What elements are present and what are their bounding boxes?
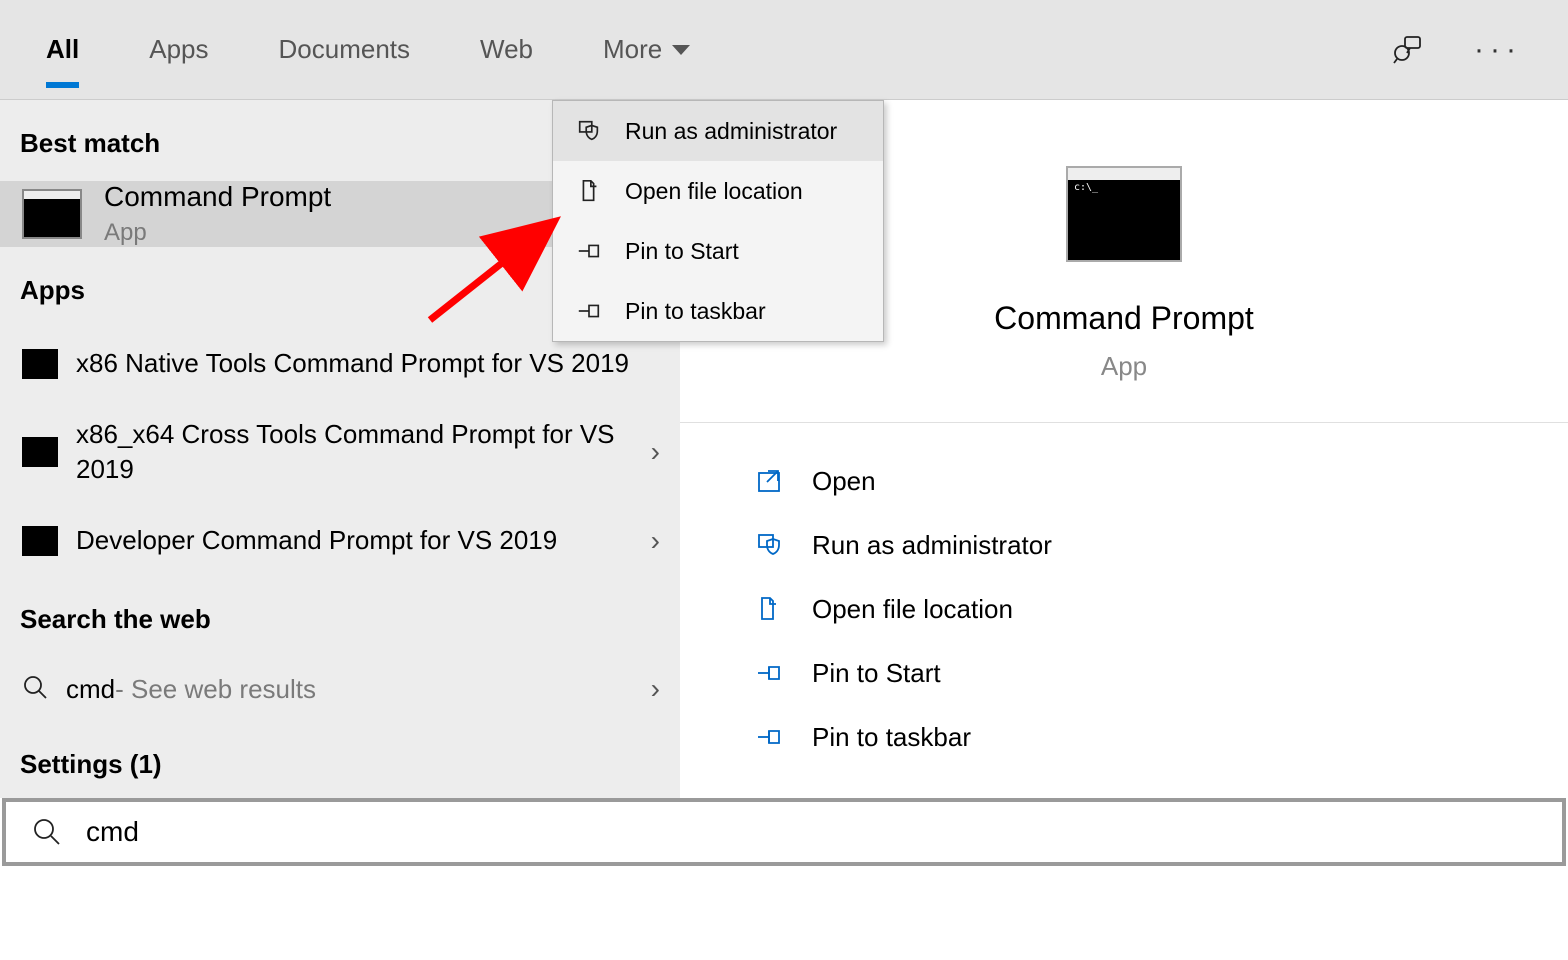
ctx-label: Open file location — [625, 178, 803, 205]
action-pin-taskbar[interactable]: Pin to taskbar — [754, 705, 1568, 769]
action-open-location[interactable]: Open file location — [754, 577, 1568, 641]
app-label: x86 Native Tools Command Prompt for VS 2… — [76, 346, 660, 381]
command-prompt-icon — [22, 437, 58, 467]
pin-icon — [575, 297, 603, 325]
ctx-pin-start[interactable]: Pin to Start — [553, 221, 883, 281]
app-label: Developer Command Prompt for VS 2019 — [76, 523, 641, 558]
context-menu: Run as administrator Open file location … — [552, 100, 884, 342]
pin-icon — [754, 722, 784, 752]
more-options-icon[interactable]: ··· — [1474, 33, 1522, 67]
action-run-admin[interactable]: Run as administrator — [754, 513, 1568, 577]
chevron-right-icon: › — [651, 673, 660, 705]
action-label: Open — [812, 466, 876, 497]
tab-more-label: More — [603, 34, 662, 65]
command-prompt-icon — [22, 349, 58, 379]
search-filter-tabs: All Apps Documents Web More ··· — [0, 0, 1568, 100]
search-web-header: Search the web — [0, 576, 680, 657]
search-input[interactable] — [84, 815, 1562, 849]
open-icon — [754, 466, 784, 496]
preview-subtitle: App — [1101, 351, 1147, 382]
action-label: Open file location — [812, 594, 1013, 625]
ctx-label: Pin to Start — [625, 238, 739, 265]
command-prompt-icon — [22, 526, 58, 556]
chevron-right-icon: › — [651, 525, 660, 557]
shield-icon — [575, 117, 603, 145]
shield-icon — [754, 530, 784, 560]
ctx-label: Run as administrator — [625, 118, 837, 145]
search-icon — [32, 817, 62, 847]
web-term: cmd — [66, 674, 115, 705]
action-label: Pin to Start — [812, 658, 941, 689]
ctx-label: Pin to taskbar — [625, 298, 766, 325]
action-open[interactable]: Open — [754, 449, 1568, 513]
preview-title: Command Prompt — [994, 300, 1254, 337]
pin-icon — [575, 237, 603, 265]
folder-icon — [575, 177, 603, 205]
best-match-title: Command Prompt — [104, 181, 331, 213]
tab-documents[interactable]: Documents — [279, 0, 411, 100]
tab-all[interactable]: All — [46, 0, 79, 100]
command-prompt-icon — [22, 189, 82, 239]
feedback-icon[interactable] — [1390, 33, 1424, 67]
web-search-item[interactable]: cmd - See web results › — [0, 657, 680, 721]
pin-icon — [754, 658, 784, 688]
best-match-subtitle: App — [104, 219, 331, 247]
search-bar[interactable] — [2, 798, 1566, 866]
settings-header: Settings (1) — [0, 721, 680, 802]
ctx-run-admin[interactable]: Run as administrator — [553, 101, 883, 161]
tab-apps[interactable]: Apps — [149, 0, 208, 100]
action-label: Pin to taskbar — [812, 722, 971, 753]
web-suffix: - See web results — [115, 674, 316, 705]
tab-more[interactable]: More — [603, 0, 690, 100]
action-pin-start[interactable]: Pin to Start — [754, 641, 1568, 705]
app-item-x86-x64-cross[interactable]: x86_x64 Cross Tools Command Prompt for V… — [0, 399, 680, 505]
app-item-developer[interactable]: Developer Command Prompt for VS 2019 › — [0, 505, 680, 576]
search-icon — [22, 674, 48, 705]
command-prompt-icon — [1066, 166, 1182, 262]
action-label: Run as administrator — [812, 530, 1052, 561]
app-label: x86_x64 Cross Tools Command Prompt for V… — [76, 417, 641, 487]
chevron-right-icon: › — [651, 436, 660, 468]
ctx-open-location[interactable]: Open file location — [553, 161, 883, 221]
folder-icon — [754, 594, 784, 624]
ctx-pin-taskbar[interactable]: Pin to taskbar — [553, 281, 883, 341]
tab-web[interactable]: Web — [480, 0, 533, 100]
chevron-down-icon — [672, 45, 690, 55]
